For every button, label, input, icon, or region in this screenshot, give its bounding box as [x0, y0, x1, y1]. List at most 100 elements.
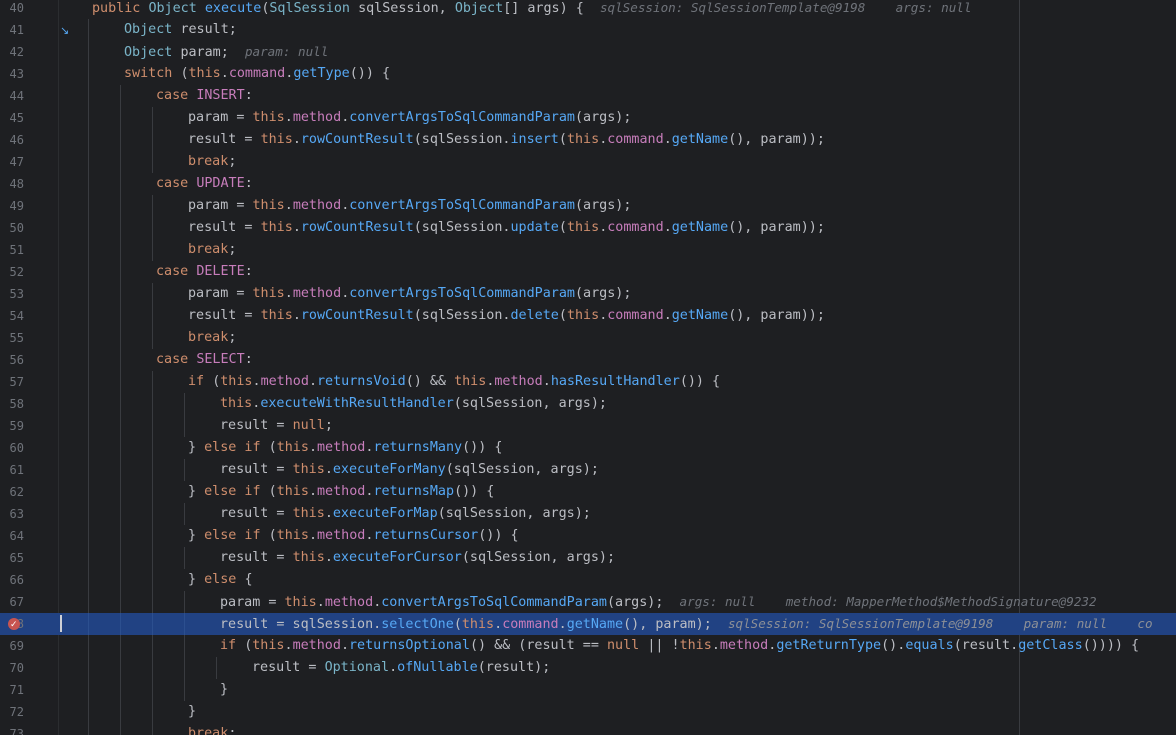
- code-line[interactable]: 61 result = this.executeForMany(sqlSessio…: [0, 459, 1176, 481]
- code-line[interactable]: 66 } else {: [0, 569, 1176, 591]
- line-number[interactable]: 64: [0, 525, 24, 547]
- code-text[interactable]: param = this.method.convertArgsToSqlComm…: [220, 591, 1097, 614]
- code-text[interactable]: result = this.rowCountResult(sqlSession.…: [188, 217, 825, 239]
- breakpoint-icon[interactable]: [8, 614, 20, 636]
- line-number[interactable]: 50: [0, 217, 24, 239]
- line-number[interactable]: 61: [0, 459, 24, 481]
- line-number[interactable]: 66: [0, 569, 24, 591]
- code-line[interactable]: 42 Object param; param: null: [0, 41, 1176, 63]
- code-line[interactable]: 53 param = this.method.convertArgsToSqlCo…: [0, 283, 1176, 305]
- line-number[interactable]: 60: [0, 437, 24, 459]
- line-number[interactable]: 63: [0, 503, 24, 525]
- code-line[interactable]: 67 param = this.method.convertArgsToSqlCo…: [0, 591, 1176, 613]
- line-number[interactable]: 51: [0, 239, 24, 261]
- code-line[interactable]: 43 switch (this.command.getType()) {: [0, 63, 1176, 85]
- code-text[interactable]: result = this.executeForMany(sqlSession,…: [220, 459, 599, 481]
- line-number[interactable]: 42: [0, 41, 24, 63]
- code-line[interactable]: 51 break;: [0, 239, 1176, 261]
- code-text[interactable]: result = this.executeForMap(sqlSession, …: [220, 503, 591, 525]
- code-text[interactable]: } else if (this.method.returnsMany()) {: [188, 437, 502, 459]
- code-text[interactable]: break;: [188, 723, 236, 735]
- code-text[interactable]: break;: [188, 239, 236, 261]
- line-number[interactable]: 47: [0, 151, 24, 173]
- code-line[interactable]: 47 break;: [0, 151, 1176, 173]
- line-number[interactable]: 73: [0, 723, 24, 735]
- code-text[interactable]: }: [220, 679, 228, 701]
- code-text[interactable]: case UPDATE:: [156, 173, 253, 195]
- code-text[interactable]: break;: [188, 151, 236, 173]
- line-number[interactable]: 58: [0, 393, 24, 415]
- code-text[interactable]: result = Optional.ofNullable(result);: [252, 657, 550, 679]
- code-line[interactable]: 64 } else if (this.method.returnsCursor()…: [0, 525, 1176, 547]
- line-number[interactable]: 40: [0, 0, 24, 19]
- code-text[interactable]: public Object execute(SqlSession sqlSess…: [92, 0, 971, 20]
- code-text[interactable]: } else {: [188, 569, 253, 591]
- code-line[interactable]: 54 result = this.rowCountResult(sqlSessio…: [0, 305, 1176, 327]
- code-line[interactable]: 69 if (this.method.returnsOptional() && (…: [0, 635, 1176, 657]
- code-line[interactable]: 63 result = this.executeForMap(sqlSession…: [0, 503, 1176, 525]
- code-line[interactable]: 59 result = null;: [0, 415, 1176, 437]
- code-line[interactable]: 46 result = this.rowCountResult(sqlSessio…: [0, 129, 1176, 151]
- code-text[interactable]: case SELECT:: [156, 349, 253, 371]
- code-text[interactable]: break;: [188, 327, 236, 349]
- code-line[interactable]: 49 param = this.method.convertArgsToSqlCo…: [0, 195, 1176, 217]
- line-number[interactable]: 41: [0, 19, 24, 41]
- line-number[interactable]: 59: [0, 415, 24, 437]
- line-number[interactable]: 45: [0, 107, 24, 129]
- code-line[interactable]: 73 break;: [0, 723, 1176, 735]
- line-number[interactable]: 53: [0, 283, 24, 305]
- code-text[interactable]: Object result;: [124, 19, 237, 41]
- code-text[interactable]: result = this.executeForCursor(sqlSessio…: [220, 547, 615, 569]
- line-number[interactable]: 65: [0, 547, 24, 569]
- code-line[interactable]: 45 param = this.method.convertArgsToSqlCo…: [0, 107, 1176, 129]
- code-line[interactable]: 40 public Object execute(SqlSession sqlSe…: [0, 0, 1176, 19]
- code-line[interactable]: 60 } else if (this.method.returnsMany()) …: [0, 437, 1176, 459]
- code-text[interactable]: if (this.method.returnsVoid() && this.me…: [188, 371, 720, 393]
- code-text[interactable]: } else if (this.method.returnsCursor()) …: [188, 525, 519, 547]
- line-number[interactable]: 43: [0, 63, 24, 85]
- code-text[interactable]: param = this.method.convertArgsToSqlComm…: [188, 283, 631, 305]
- code-line[interactable]: 41 Object result;: [0, 19, 1176, 41]
- line-number[interactable]: 48: [0, 173, 24, 195]
- code-text[interactable]: param = this.method.convertArgsToSqlComm…: [188, 107, 631, 129]
- code-text[interactable]: }: [188, 701, 196, 723]
- line-number[interactable]: 72: [0, 701, 24, 723]
- code-line[interactable]: 65 result = this.executeForCursor(sqlSess…: [0, 547, 1176, 569]
- code-text[interactable]: case DELETE:: [156, 261, 253, 283]
- code-line[interactable]: 44 case INSERT:: [0, 85, 1176, 107]
- current-execution-line[interactable]: 68result = sqlSession.selectOne(this.com…: [0, 613, 1176, 636]
- code-text[interactable]: if (this.method.returnsOptional() && (re…: [220, 635, 1139, 657]
- code-line[interactable]: 57 if (this.method.returnsVoid() && this.…: [0, 371, 1176, 393]
- code-line[interactable]: 62} else if (this.method.returnsMap()) {: [0, 481, 1176, 503]
- code-line[interactable]: 48 case UPDATE:: [0, 173, 1176, 195]
- code-text[interactable]: result = null;: [220, 415, 333, 437]
- line-number[interactable]: 62: [0, 481, 24, 503]
- line-number[interactable]: 56: [0, 349, 24, 371]
- line-number[interactable]: 49: [0, 195, 24, 217]
- line-number[interactable]: 55: [0, 327, 24, 349]
- code-line[interactable]: 56 case SELECT:: [0, 349, 1176, 371]
- code-line[interactable]: 70 result = Optional.ofNullable(result);: [0, 657, 1176, 679]
- line-number[interactable]: 71: [0, 679, 24, 701]
- line-number[interactable]: 70: [0, 657, 24, 679]
- line-number[interactable]: 44: [0, 85, 24, 107]
- code-editor[interactable]: ↘︎ 40 public Object execute(SqlSession sq…: [0, 0, 1176, 735]
- code-text[interactable]: case INSERT:: [156, 85, 253, 107]
- code-text[interactable]: param = this.method.convertArgsToSqlComm…: [188, 195, 631, 217]
- code-text[interactable]: switch (this.command.getType()) {: [124, 63, 390, 85]
- code-text[interactable]: Object param; param: null: [124, 41, 328, 64]
- code-line[interactable]: 58 this.executeWithResultHandler(sqlSessi…: [0, 393, 1176, 415]
- code-line[interactable]: 55 break;: [0, 327, 1176, 349]
- line-number[interactable]: 54: [0, 305, 24, 327]
- code-line[interactable]: 50 result = this.rowCountResult(sqlSessio…: [0, 217, 1176, 239]
- line-number[interactable]: 46: [0, 129, 24, 151]
- code-line[interactable]: 52 case DELETE:: [0, 261, 1176, 283]
- code-text[interactable]: this.executeWithResultHandler(sqlSession…: [220, 393, 607, 415]
- code-text[interactable]: result = sqlSession.selectOne(this.comma…: [60, 613, 1153, 636]
- code-line[interactable]: 71}: [0, 679, 1176, 701]
- code-text[interactable]: result = this.rowCountResult(sqlSession.…: [188, 129, 825, 151]
- code-text[interactable]: result = this.rowCountResult(sqlSession.…: [188, 305, 825, 327]
- line-number[interactable]: 57: [0, 371, 24, 393]
- line-number[interactable]: 67: [0, 591, 24, 613]
- line-number[interactable]: 52: [0, 261, 24, 283]
